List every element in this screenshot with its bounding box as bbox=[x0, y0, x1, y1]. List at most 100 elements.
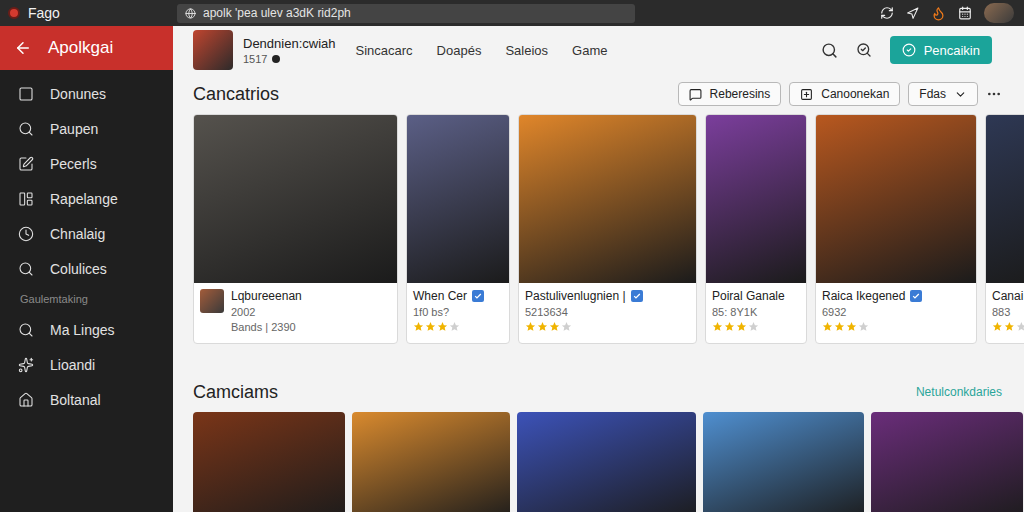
game-card[interactable]: Lqbureeenan 2002 Bands | 2390 bbox=[193, 114, 398, 344]
game-cover bbox=[519, 115, 696, 283]
sidebar-item[interactable]: Paupen bbox=[0, 111, 173, 146]
navigate-icon[interactable] bbox=[906, 7, 919, 20]
card-count: 5213634 bbox=[525, 306, 643, 318]
sidebar: Apolkgai DonunesPaupenPecerlsRapelangeChn… bbox=[0, 26, 173, 512]
browser-brand: Fago bbox=[8, 5, 177, 21]
card-title: Canai bbox=[992, 289, 1024, 303]
sidebar-item[interactable]: Boltanal bbox=[0, 382, 173, 417]
status-dot-icon bbox=[272, 55, 280, 63]
card-count: 2002 bbox=[231, 306, 302, 318]
back-arrow-icon[interactable] bbox=[14, 39, 32, 57]
check-icon bbox=[912, 292, 920, 300]
star-rating bbox=[712, 321, 785, 332]
card-meta: Bands | 2390 bbox=[231, 321, 302, 333]
globe-icon bbox=[185, 8, 196, 19]
section-header: Camciams Netulconkdaries bbox=[173, 372, 1024, 412]
sidebar-heading: Gaulemtaking bbox=[0, 286, 173, 312]
card-count: 6932 bbox=[822, 306, 922, 318]
card-info: When Cer 1f0 bs? bbox=[407, 283, 509, 338]
card-count: 883 bbox=[992, 306, 1024, 318]
star-icon bbox=[822, 321, 833, 332]
sidebar-item[interactable]: Chnalaig bbox=[0, 216, 173, 251]
section-title: Camciams bbox=[193, 382, 278, 403]
verified-badge bbox=[910, 290, 922, 302]
sidebar-item[interactable]: Pecerls bbox=[0, 146, 173, 181]
star-icon bbox=[1004, 321, 1015, 332]
publisher-avatar bbox=[200, 289, 224, 313]
star-icon bbox=[561, 321, 572, 332]
star-icon bbox=[724, 321, 735, 332]
nav-item[interactable]: Sincacarc bbox=[356, 43, 413, 58]
chevron-down-icon bbox=[954, 88, 967, 101]
card-count: 85: 8Y1K bbox=[712, 306, 785, 318]
sidebar-item[interactable]: Donunes bbox=[0, 76, 173, 111]
card-title: Raica Ikegened bbox=[822, 289, 922, 303]
nav-item[interactable]: Doapés bbox=[437, 43, 482, 58]
see-all-link[interactable]: Netulconkdaries bbox=[916, 385, 1002, 399]
section-header: Cancatrios Reberesins Canoonekan Fdas bbox=[173, 74, 1024, 114]
reload-icon[interactable] bbox=[880, 6, 894, 20]
card-info: Poiral Ganale85: 8Y1K bbox=[706, 283, 806, 338]
store-header: Dendnien:cwiah1517 Sincacarc Doapés Saleios… bbox=[173, 26, 1024, 74]
sidebar-item[interactable]: Rapelange bbox=[0, 181, 173, 216]
game-cover bbox=[816, 115, 976, 283]
profile-picture bbox=[193, 30, 233, 70]
card-count: 1f0 bs? bbox=[413, 306, 484, 318]
sidebar-item-icon bbox=[18, 226, 34, 242]
section-title: Cancatrios bbox=[193, 84, 279, 105]
star-icon bbox=[846, 321, 857, 332]
primary-button[interactable]: Pencaikin bbox=[890, 36, 992, 64]
nav-item[interactable]: Saleios bbox=[505, 43, 548, 58]
game-cover bbox=[706, 115, 806, 283]
game-cover[interactable] bbox=[352, 412, 510, 512]
user-avatar[interactable] bbox=[984, 3, 1014, 23]
flame-icon[interactable] bbox=[931, 6, 946, 21]
game-card[interactable]: Pastulivenlugnien |5213634 bbox=[518, 114, 697, 344]
sidebar-header: Apolkgai bbox=[0, 26, 173, 70]
calendar-icon[interactable] bbox=[958, 6, 972, 20]
star-icon bbox=[537, 321, 548, 332]
more-icon[interactable] bbox=[986, 86, 1002, 102]
title-bar: Fagoapolk 'pea ulev a3dK rid2ph bbox=[0, 0, 1024, 26]
search-icon[interactable] bbox=[821, 42, 838, 59]
filter-button[interactable]: Reberesins bbox=[678, 82, 782, 106]
game-card[interactable]: When Cer 1f0 bs? bbox=[406, 114, 510, 344]
game-card[interactable]: Canai 883 bbox=[985, 114, 1024, 344]
card-info: Canai 883 bbox=[986, 283, 1024, 338]
card-title: When Cer bbox=[413, 289, 484, 303]
filter-button[interactable]: Canoonekan bbox=[789, 82, 900, 106]
card-title: Lqbureeenan bbox=[231, 289, 302, 303]
browser-logo-icon bbox=[8, 7, 20, 19]
sort-dropdown[interactable]: Fdas bbox=[908, 82, 978, 106]
star-icon bbox=[425, 321, 436, 332]
lookup-icon[interactable] bbox=[856, 42, 872, 58]
game-card[interactable]: Poiral Ganale85: 8Y1K bbox=[705, 114, 807, 344]
sidebar-item-icon bbox=[18, 121, 34, 137]
address-bar[interactable]: apolk 'pea ulev a3dK rid2ph bbox=[177, 4, 635, 23]
profile[interactable]: Dendnien:cwiah1517 bbox=[193, 30, 336, 70]
nav-item[interactable]: Game bbox=[572, 43, 607, 58]
sidebar-item[interactable]: Colulices bbox=[0, 251, 173, 286]
sidebar-item[interactable]: Lioandi bbox=[0, 347, 173, 382]
top-nav: Sincacarc Doapés Saleios Game bbox=[356, 43, 608, 58]
game-card[interactable]: Raica Ikegened 6932 bbox=[815, 114, 977, 344]
star-icon bbox=[413, 321, 424, 332]
game-cover[interactable] bbox=[193, 412, 345, 512]
star-icon bbox=[449, 321, 460, 332]
verified-badge bbox=[472, 290, 484, 302]
filter-icon bbox=[800, 88, 813, 101]
star-icon bbox=[736, 321, 747, 332]
sidebar-item[interactable]: Ma Linges bbox=[0, 312, 173, 347]
game-cover[interactable] bbox=[703, 412, 864, 512]
star-icon bbox=[992, 321, 1003, 332]
game-cover[interactable] bbox=[871, 412, 1023, 512]
profile-name: Dendnien:cwiah bbox=[243, 36, 336, 51]
card-info: Pastulivenlugnien |5213634 bbox=[519, 283, 696, 338]
sidebar-item-icon bbox=[18, 322, 34, 338]
card-row bbox=[173, 412, 1024, 512]
star-icon bbox=[858, 321, 869, 332]
game-cover[interactable] bbox=[517, 412, 696, 512]
store-main: Dendnien:cwiah1517 Sincacarc Doapés Saleios… bbox=[173, 26, 1024, 512]
card-info: Raica Ikegened 6932 bbox=[816, 283, 976, 338]
sidebar-item-icon bbox=[18, 357, 34, 373]
